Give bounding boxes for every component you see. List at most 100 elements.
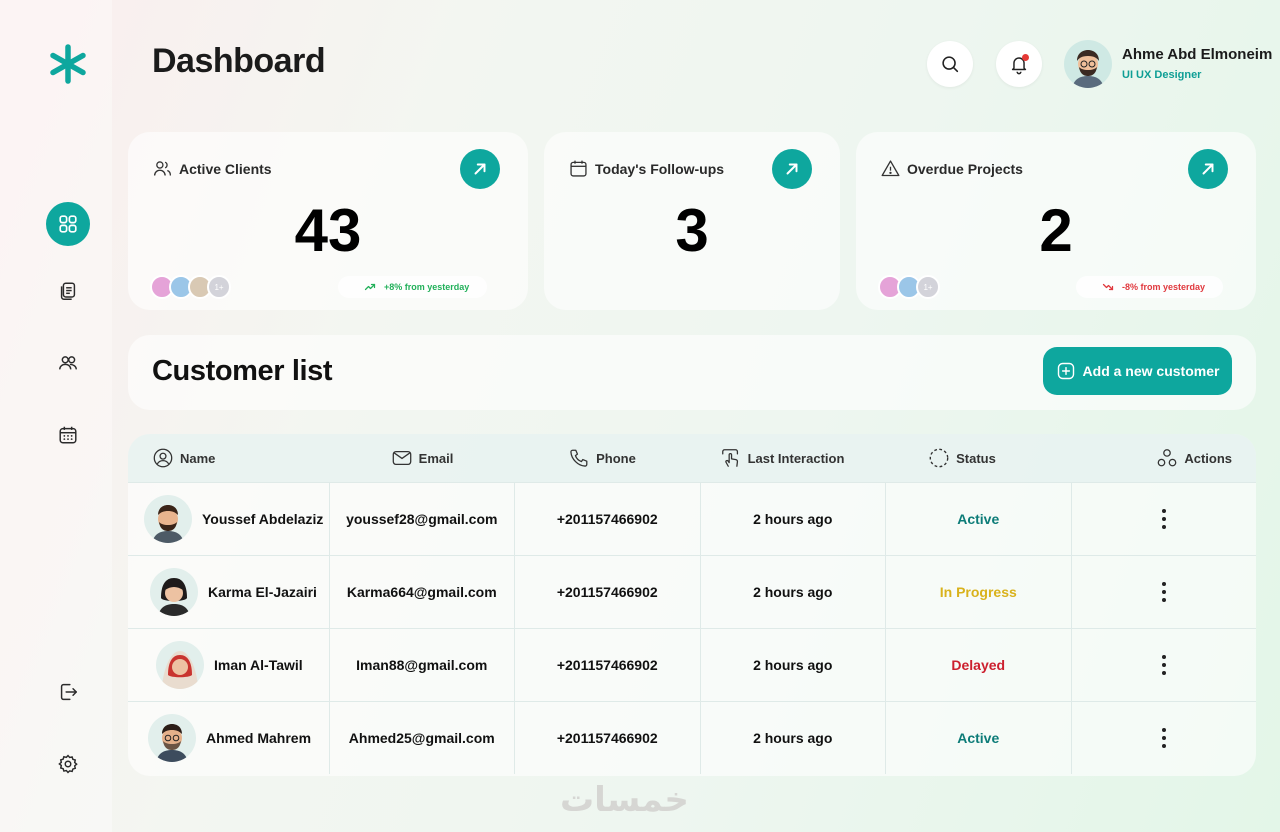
- table-row[interactable]: Karma El-Jazairi Karma664@gmail.com +201…: [128, 555, 1256, 628]
- calendar-icon: [570, 160, 587, 177]
- cell-email: Iman88@gmail.com: [330, 629, 515, 701]
- column-header-last-interaction[interactable]: Last Interaction: [692, 434, 872, 482]
- phone-icon: [570, 449, 588, 467]
- cell-name: Youssef Abdelaziz: [128, 483, 330, 555]
- user-avatar[interactable]: [1064, 40, 1112, 88]
- logout-button[interactable]: [46, 670, 90, 714]
- cell-name: Ahmed Mahrem: [128, 702, 330, 774]
- avatar: [150, 568, 198, 616]
- card-value: 2: [1039, 197, 1073, 264]
- search-button[interactable]: [927, 41, 973, 87]
- warning-icon: [881, 160, 900, 177]
- avatar: [148, 714, 196, 762]
- arrow-up-right-icon: [1202, 163, 1214, 175]
- card-todays-followups: Today's Follow-ups 3: [544, 132, 840, 310]
- page-title: Dashboard: [152, 42, 326, 80]
- card-overdue-projects: Overdue Projects 2 1+ -8% from yesterday: [856, 132, 1256, 310]
- status-badge: Active: [886, 702, 1072, 774]
- column-header-name[interactable]: Name: [128, 434, 332, 482]
- avatar-group: 1+: [150, 275, 231, 299]
- card-open-button[interactable]: [772, 149, 812, 189]
- settings-button[interactable]: [46, 742, 90, 786]
- cell-last-interaction: 2 hours ago: [701, 702, 886, 774]
- cell-phone: +201157466902: [515, 556, 701, 628]
- users-icon: [59, 356, 77, 370]
- avatar-more-count: 1+: [916, 275, 940, 299]
- user-avatar-illustration: [1072, 50, 1104, 88]
- cell-email: youssef28@gmail.com: [330, 483, 515, 555]
- card-value: 43: [294, 197, 362, 264]
- cell-name: Iman Al-Tawil: [128, 629, 330, 701]
- user-role: UI UX Designer: [1122, 69, 1202, 81]
- hand-pointer-icon: [721, 449, 738, 467]
- card-title: Overdue Projects: [880, 158, 1023, 179]
- cell-phone: +201157466902: [515, 702, 701, 774]
- cell-email: Ahmed25@gmail.com: [330, 702, 515, 774]
- card-title: Active Clients: [152, 158, 272, 179]
- mail-icon: [392, 450, 412, 466]
- watermark: خمسات: [560, 780, 689, 820]
- sidebar-item-dashboard[interactable]: [46, 202, 90, 246]
- card-open-button[interactable]: [1188, 149, 1228, 189]
- card-open-button[interactable]: [460, 149, 500, 189]
- column-header-email[interactable]: Email: [332, 434, 512, 482]
- more-vertical-icon[interactable]: [1161, 582, 1166, 602]
- table-row[interactable]: Ahmed Mahrem Ahmed25@gmail.com +20115746…: [128, 701, 1256, 774]
- table-row[interactable]: Iman Al-Tawil Iman88@gmail.com +20115746…: [128, 628, 1256, 701]
- add-customer-button[interactable]: Add a new customer: [1043, 347, 1232, 395]
- cell-email: Karma664@gmail.com: [330, 556, 515, 628]
- cell-last-interaction: 2 hours ago: [701, 483, 886, 555]
- user-name: Ahme Abd Elmoneim: [1122, 46, 1273, 63]
- more-vertical-icon[interactable]: [1161, 728, 1166, 748]
- grid-icon: [59, 215, 77, 233]
- table-row[interactable]: Youssef Abdelaziz youssef28@gmail.com +2…: [128, 482, 1256, 555]
- row-actions-cell: [1072, 702, 1257, 774]
- row-actions-cell: [1072, 483, 1257, 555]
- settings-icon: [58, 754, 78, 774]
- customer-table: Name Email Phone Last Interaction Status…: [128, 434, 1256, 776]
- trend-badge: +8% from yesterday: [338, 276, 488, 298]
- trend-badge: -8% from yesterday: [1076, 276, 1224, 298]
- avatar: [156, 641, 204, 689]
- status-badge: In Progress: [886, 556, 1072, 628]
- section-title: Customer list: [152, 355, 333, 387]
- arrow-up-right-icon: [474, 163, 486, 175]
- trend-down-icon: [1102, 283, 1114, 291]
- sidebar-item-documents[interactable]: [46, 269, 90, 313]
- logout-icon: [60, 683, 77, 701]
- cell-phone: +201157466902: [515, 483, 701, 555]
- more-vertical-icon[interactable]: [1161, 509, 1166, 529]
- table-header: Name Email Phone Last Interaction Status…: [128, 434, 1256, 482]
- avatar-more-count: 1+: [207, 275, 231, 299]
- cell-last-interaction: 2 hours ago: [701, 556, 886, 628]
- cell-name: Karma El-Jazairi: [128, 556, 330, 628]
- column-header-actions[interactable]: Actions: [1052, 434, 1256, 482]
- card-title: Today's Follow-ups: [568, 158, 724, 179]
- column-header-status[interactable]: Status: [872, 434, 1052, 482]
- sidebar: [0, 0, 112, 832]
- shapes-icon: [1157, 449, 1177, 467]
- arrow-up-right-icon: [786, 163, 798, 175]
- notifications-button[interactable]: [996, 41, 1042, 87]
- customer-list-header: Customer list Add a new customer: [128, 335, 1256, 410]
- card-active-clients: Active Clients 43 1+ +8% from yesterday: [128, 132, 528, 310]
- status-dashed-circle-icon: [929, 448, 949, 468]
- search-icon: [942, 56, 959, 73]
- more-vertical-icon[interactable]: [1161, 655, 1166, 675]
- users-icon: [153, 161, 172, 176]
- cell-last-interaction: 2 hours ago: [701, 629, 886, 701]
- sidebar-item-customers[interactable]: [46, 341, 90, 385]
- cell-phone: +201157466902: [515, 629, 701, 701]
- notification-dot: [1022, 54, 1029, 61]
- avatar-group: 1+: [878, 275, 940, 299]
- status-badge: Delayed: [886, 629, 1072, 701]
- plus-square-icon: [1057, 362, 1074, 380]
- card-value: 3: [675, 197, 709, 264]
- documents-icon: [60, 282, 76, 300]
- sidebar-item-calendar[interactable]: [46, 413, 90, 457]
- user-circle-icon: [153, 448, 173, 468]
- trend-up-icon: [364, 283, 376, 291]
- row-actions-cell: [1072, 556, 1257, 628]
- column-header-phone[interactable]: Phone: [512, 434, 692, 482]
- logo-asterisk-icon: [50, 44, 86, 84]
